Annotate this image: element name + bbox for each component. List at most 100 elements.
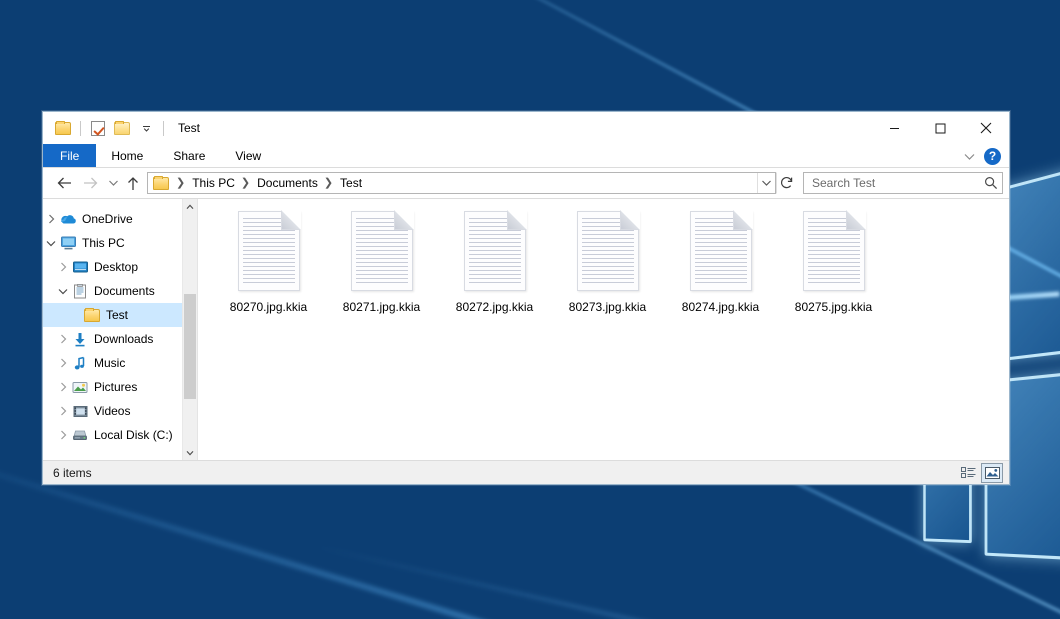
folder-icon[interactable] — [52, 117, 74, 139]
breadcrumb-separator: ❯ — [173, 178, 189, 189]
folder-icon — [153, 177, 169, 190]
file-name: 80272.jpg.kkia — [456, 300, 533, 314]
scrollbar-thumb[interactable] — [184, 294, 196, 399]
chevron-down-icon[interactable] — [757, 173, 775, 193]
list-item[interactable]: 80275.jpg.kkia — [777, 207, 890, 314]
navigation-pane-scrollbar[interactable] — [182, 199, 197, 460]
file-name: 80271.jpg.kkia — [343, 300, 420, 314]
breadcrumb-separator: ❯ — [321, 178, 337, 189]
sidebar-item-desktop[interactable]: Desktop — [43, 255, 197, 279]
sidebar-item-label: Local Disk (C:) — [94, 428, 173, 442]
tab-view[interactable]: View — [220, 144, 276, 167]
divider — [163, 121, 164, 136]
list-item[interactable]: 80270.jpg.kkia — [212, 207, 325, 314]
sidebar-item-label: Videos — [94, 404, 130, 418]
divider — [80, 121, 81, 136]
scroll-up-arrow[interactable] — [183, 199, 197, 214]
sidebar-item-music[interactable]: Music — [43, 351, 197, 375]
sidebar-item-test[interactable]: Test — [43, 303, 197, 327]
tab-file[interactable]: File — [43, 144, 96, 167]
address-bar: ❯ This PC ❯ Documents ❯ Test — [43, 168, 1009, 198]
scroll-down-arrow[interactable] — [183, 445, 197, 460]
sidebar-item-label: Test — [106, 308, 128, 322]
search-icon[interactable] — [984, 176, 998, 190]
generic-document-icon — [690, 211, 752, 291]
sidebar-item-this-pc[interactable]: This PC — [43, 231, 197, 255]
close-button[interactable] — [963, 112, 1009, 144]
sidebar-item-local-disk-c[interactable]: Local Disk (C:) — [43, 423, 197, 447]
sidebar-item-label: Downloads — [94, 332, 153, 346]
details-view-button[interactable] — [957, 463, 979, 483]
chevron-right-icon[interactable] — [55, 351, 71, 375]
folder-icon — [83, 309, 101, 322]
sidebar-item-label: This PC — [82, 236, 125, 250]
chevron-right-icon[interactable] — [55, 327, 71, 351]
chevron-right-icon[interactable] — [43, 207, 59, 231]
window-body: OneDrive This PC — [43, 198, 1009, 460]
chevron-down-icon[interactable] — [43, 231, 59, 255]
item-count-label: 6 items — [53, 466, 92, 480]
generic-document-icon — [238, 211, 300, 291]
chevron-right-icon[interactable] — [55, 255, 71, 279]
search-box[interactable] — [803, 172, 1003, 194]
file-name: 80275.jpg.kkia — [795, 300, 872, 314]
search-input[interactable] — [812, 176, 984, 190]
sidebar-item-documents[interactable]: Documents — [43, 279, 197, 303]
chevron-down-icon[interactable] — [55, 279, 71, 303]
breadcrumb-item-documents[interactable]: Documents — [254, 176, 321, 190]
chevron-down-icon[interactable] — [963, 152, 976, 161]
maximize-button[interactable] — [917, 112, 963, 144]
file-grid: 80270.jpg.kkia 80271.jpg.kkia — [212, 207, 1009, 314]
generic-document-icon — [351, 211, 413, 291]
refresh-button[interactable] — [776, 172, 798, 194]
forward-button[interactable] — [77, 171, 103, 195]
sidebar-item-pictures[interactable]: Pictures — [43, 375, 197, 399]
sidebar-item-downloads[interactable]: Downloads — [43, 327, 197, 351]
tab-home[interactable]: Home — [96, 144, 158, 167]
quick-access-toolbar: Test — [43, 112, 200, 144]
picture-icon — [71, 381, 89, 394]
list-item[interactable]: 80271.jpg.kkia — [325, 207, 438, 314]
chevron-right-icon[interactable] — [55, 399, 71, 423]
minimize-button[interactable] — [871, 112, 917, 144]
help-button[interactable]: ? — [984, 148, 1001, 165]
breadcrumb[interactable]: ❯ This PC ❯ Documents ❯ Test — [147, 172, 776, 194]
sidebar-item-videos[interactable]: Videos — [43, 399, 197, 423]
list-item[interactable]: 80274.jpg.kkia — [664, 207, 777, 314]
file-name: 80270.jpg.kkia — [230, 300, 307, 314]
tab-share[interactable]: Share — [158, 144, 220, 167]
chevron-right-icon[interactable] — [55, 423, 71, 447]
folder-tree: OneDrive This PC — [43, 199, 197, 447]
sidebar-item-label: Music — [94, 356, 125, 370]
file-explorer-window: Test File Home Share View ? — [42, 111, 1010, 485]
chevron-down-icon[interactable] — [135, 117, 157, 139]
recent-locations-button[interactable] — [103, 171, 123, 195]
file-name: 80273.jpg.kkia — [569, 300, 646, 314]
breadcrumb-item-this-pc[interactable]: This PC — [189, 176, 238, 190]
desktop-icon — [71, 261, 89, 274]
sidebar-item-onedrive[interactable]: OneDrive — [43, 207, 197, 231]
large-icons-view-button[interactable] — [981, 463, 1003, 483]
chevron-right-icon[interactable] — [55, 375, 71, 399]
list-item[interactable]: 80273.jpg.kkia — [551, 207, 664, 314]
ribbon-tab-bar: File Home Share View ? — [43, 144, 1009, 168]
twisty-placeholder — [67, 303, 83, 327]
breadcrumb-item-test[interactable]: Test — [337, 176, 365, 190]
properties-icon[interactable] — [87, 117, 109, 139]
ribbon-right-controls: ? — [963, 144, 1005, 168]
up-button[interactable] — [123, 171, 143, 195]
status-bar: 6 items — [43, 460, 1009, 484]
download-icon — [71, 332, 89, 347]
sidebar-item-label: Documents — [94, 284, 155, 298]
document-icon — [71, 284, 89, 299]
video-icon — [71, 405, 89, 418]
back-button[interactable] — [51, 171, 77, 195]
generic-document-icon — [803, 211, 865, 291]
breadcrumb-separator: ❯ — [238, 178, 254, 189]
generic-document-icon — [464, 211, 526, 291]
list-item[interactable]: 80272.jpg.kkia — [438, 207, 551, 314]
cloud-icon — [59, 213, 77, 225]
file-list-pane[interactable]: 80270.jpg.kkia 80271.jpg.kkia — [198, 199, 1009, 460]
music-icon — [71, 356, 89, 371]
new-folder-icon[interactable] — [111, 117, 133, 139]
